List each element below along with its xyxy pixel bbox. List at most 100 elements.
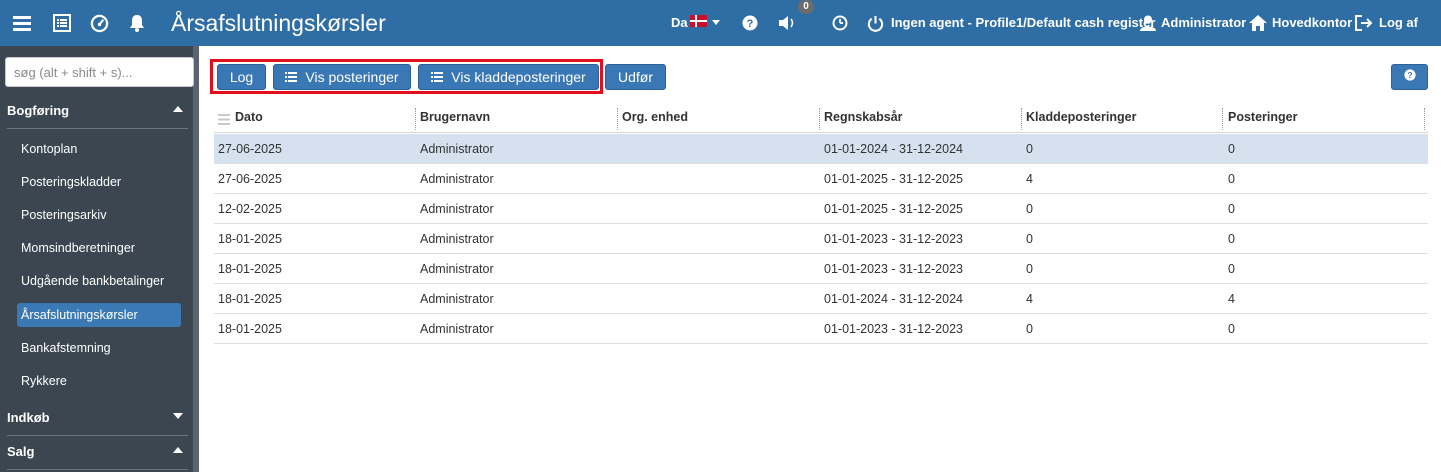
cell-kladdeposteringer: 0 xyxy=(1026,322,1033,336)
hamburger-icon[interactable] xyxy=(10,11,34,35)
column-resizer[interactable] xyxy=(617,108,618,130)
clock-icon[interactable] xyxy=(828,11,852,35)
cell-brugernavn: Administrator xyxy=(420,232,494,246)
sidebar-section-bogforing[interactable]: Bogføring xyxy=(7,103,69,119)
svg-text:?: ? xyxy=(747,18,754,30)
page-help-button[interactable]: ? xyxy=(1391,64,1428,90)
power-icon[interactable] xyxy=(863,11,887,35)
cell-regnskabsar: 01-01-2023 - 31-12-2023 xyxy=(824,262,963,276)
list-icon[interactable] xyxy=(50,11,74,35)
vis-posteringer-label: Vis posteringer xyxy=(305,69,399,85)
cell-regnskabsar: 01-01-2024 - 31-12-2024 xyxy=(824,142,963,156)
list-icon xyxy=(285,65,298,89)
udfor-button-label: Udfør xyxy=(618,69,653,85)
sidebar-item-posteringsarkiv[interactable]: Posteringsarkiv xyxy=(21,207,106,223)
table-row[interactable]: 27-06-2025 Administrator 01-01-2024 - 31-1… xyxy=(214,134,1428,164)
sidebar-section-salg[interactable]: Salg xyxy=(7,444,34,460)
cell-dato: 18-01-2025 xyxy=(218,322,282,336)
cell-brugernavn: Administrator xyxy=(420,292,494,306)
cell-regnskabsar: 01-01-2025 - 31-12-2025 xyxy=(824,172,963,186)
dashboard-icon[interactable] xyxy=(87,11,111,35)
top-bar: Årsafslutningskørsler Da ? 0 Ingen agent… xyxy=(0,0,1441,46)
logout-link[interactable]: Log af xyxy=(1379,15,1418,31)
search-input[interactable] xyxy=(5,57,194,87)
chevron-down-icon[interactable] xyxy=(173,413,183,419)
chevron-up-icon[interactable] xyxy=(173,106,183,112)
table-row[interactable]: 18-01-2025 Administrator 01-01-2024 - 31-1… xyxy=(214,284,1428,314)
cell-regnskabsar: 01-01-2025 - 31-12-2025 xyxy=(824,202,963,216)
language-selector[interactable]: Da xyxy=(671,15,688,31)
cell-dato: 18-01-2025 xyxy=(218,262,282,276)
divider xyxy=(7,469,188,470)
column-header-org-enhed[interactable]: Org. enhed xyxy=(622,104,688,130)
column-header-kladdeposteringer[interactable]: Kladdeposteringer xyxy=(1026,104,1136,130)
vis-posteringer-button[interactable]: Vis posteringer xyxy=(273,64,411,90)
header-divider xyxy=(214,132,1428,133)
svg-text:?: ? xyxy=(1407,71,1412,80)
home-icon[interactable] xyxy=(1246,11,1270,35)
page-title: Årsafslutningskørsler xyxy=(171,10,386,36)
log-button[interactable]: Log xyxy=(217,64,266,90)
sidebar-item-arsafslutningskorsler[interactable]: Årsafslutningskørsler xyxy=(21,307,138,323)
log-button-label: Log xyxy=(229,69,254,85)
table-row[interactable]: 18-01-2025 Administrator 01-01-2023 - 31-1… xyxy=(214,224,1428,254)
column-resizer[interactable] xyxy=(1021,108,1022,130)
agent-status[interactable]: Ingen agent - Profile1/Default cash regi… xyxy=(891,15,1155,31)
chevron-up-icon[interactable] xyxy=(173,447,183,453)
column-header-regnskabsar[interactable]: Regnskabsår xyxy=(824,104,903,130)
cell-brugernavn: Administrator xyxy=(420,142,494,156)
cell-brugernavn: Administrator xyxy=(420,322,494,336)
cell-posteringer: 4 xyxy=(1228,292,1235,306)
column-resizer[interactable] xyxy=(1222,108,1223,130)
user-icon[interactable] xyxy=(1136,11,1160,35)
cell-posteringer: 0 xyxy=(1228,322,1235,336)
cell-brugernavn: Administrator xyxy=(420,202,494,216)
cell-dato: 18-01-2025 xyxy=(218,292,282,306)
column-resizer[interactable] xyxy=(1424,108,1425,130)
list-icon xyxy=(431,65,444,89)
logout-icon[interactable] xyxy=(1352,11,1376,35)
cell-posteringer: 0 xyxy=(1228,262,1235,276)
sidebar-section-indkob[interactable]: Indkøb xyxy=(7,410,50,426)
cell-posteringer: 0 xyxy=(1228,232,1235,246)
sidebar-item-momsindberetninger[interactable]: Momsindberetninger xyxy=(21,240,135,256)
cell-dato: 27-06-2025 xyxy=(218,172,282,186)
sidebar-item-udgaende-bankbetalinger[interactable]: Udgående bankbetalinger xyxy=(21,273,164,289)
cell-brugernavn: Administrator xyxy=(420,172,494,186)
grid-menu-icon[interactable] xyxy=(218,112,230,130)
divider xyxy=(7,435,188,436)
sidebar-scrollbar[interactable] xyxy=(193,46,199,472)
table-row[interactable]: 18-01-2025 Administrator 01-01-2023 - 31-1… xyxy=(214,254,1428,284)
chevron-down-icon[interactable] xyxy=(712,20,720,25)
sidebar-item-posteringskladder[interactable]: Posteringskladder xyxy=(21,174,121,190)
cell-dato: 12-02-2025 xyxy=(218,202,282,216)
cell-brugernavn: Administrator xyxy=(420,262,494,276)
cell-kladdeposteringer: 0 xyxy=(1026,262,1033,276)
notification-badge: 0 xyxy=(798,0,814,14)
vis-kladdeposteringer-button[interactable]: Vis kladdeposteringer xyxy=(418,64,599,90)
cell-regnskabsar: 01-01-2023 - 31-12-2023 xyxy=(824,232,963,246)
table-row[interactable]: 12-02-2025 Administrator 01-01-2025 - 31-1… xyxy=(214,194,1428,224)
cell-kladdeposteringer: 0 xyxy=(1026,142,1033,156)
help-icon[interactable]: ? xyxy=(738,11,762,35)
udfor-button[interactable]: Udfør xyxy=(605,64,666,90)
sidebar-item-kontoplan[interactable]: Kontoplan xyxy=(21,141,77,157)
column-header-posteringer[interactable]: Posteringer xyxy=(1228,104,1297,130)
bell-icon[interactable] xyxy=(125,11,149,35)
sidebar-item-rykkere[interactable]: Rykkere xyxy=(21,373,67,389)
cell-regnskabsar: 01-01-2024 - 31-12-2024 xyxy=(824,292,963,306)
office-menu[interactable]: Hovedkontor xyxy=(1272,15,1352,31)
sidebar-item-bankafstemning[interactable]: Bankafstemning xyxy=(21,340,111,356)
vis-kladdeposteringer-label: Vis kladdeposteringer xyxy=(451,69,586,85)
danish-flag-icon[interactable] xyxy=(690,15,707,27)
cell-posteringer: 0 xyxy=(1228,202,1235,216)
column-header-brugernavn[interactable]: Brugernavn xyxy=(420,104,490,130)
table-row[interactable]: 18-01-2025 Administrator 01-01-2023 - 31-1… xyxy=(214,314,1428,344)
column-resizer[interactable] xyxy=(415,108,416,130)
column-resizer[interactable] xyxy=(819,108,820,130)
table-row[interactable]: 27-06-2025 Administrator 01-01-2025 - 31-1… xyxy=(214,164,1428,194)
user-menu[interactable]: Administrator xyxy=(1161,15,1246,31)
column-header-dato[interactable]: Dato xyxy=(235,104,263,130)
cell-kladdeposteringer: 0 xyxy=(1026,202,1033,216)
volume-icon[interactable] xyxy=(776,11,800,35)
